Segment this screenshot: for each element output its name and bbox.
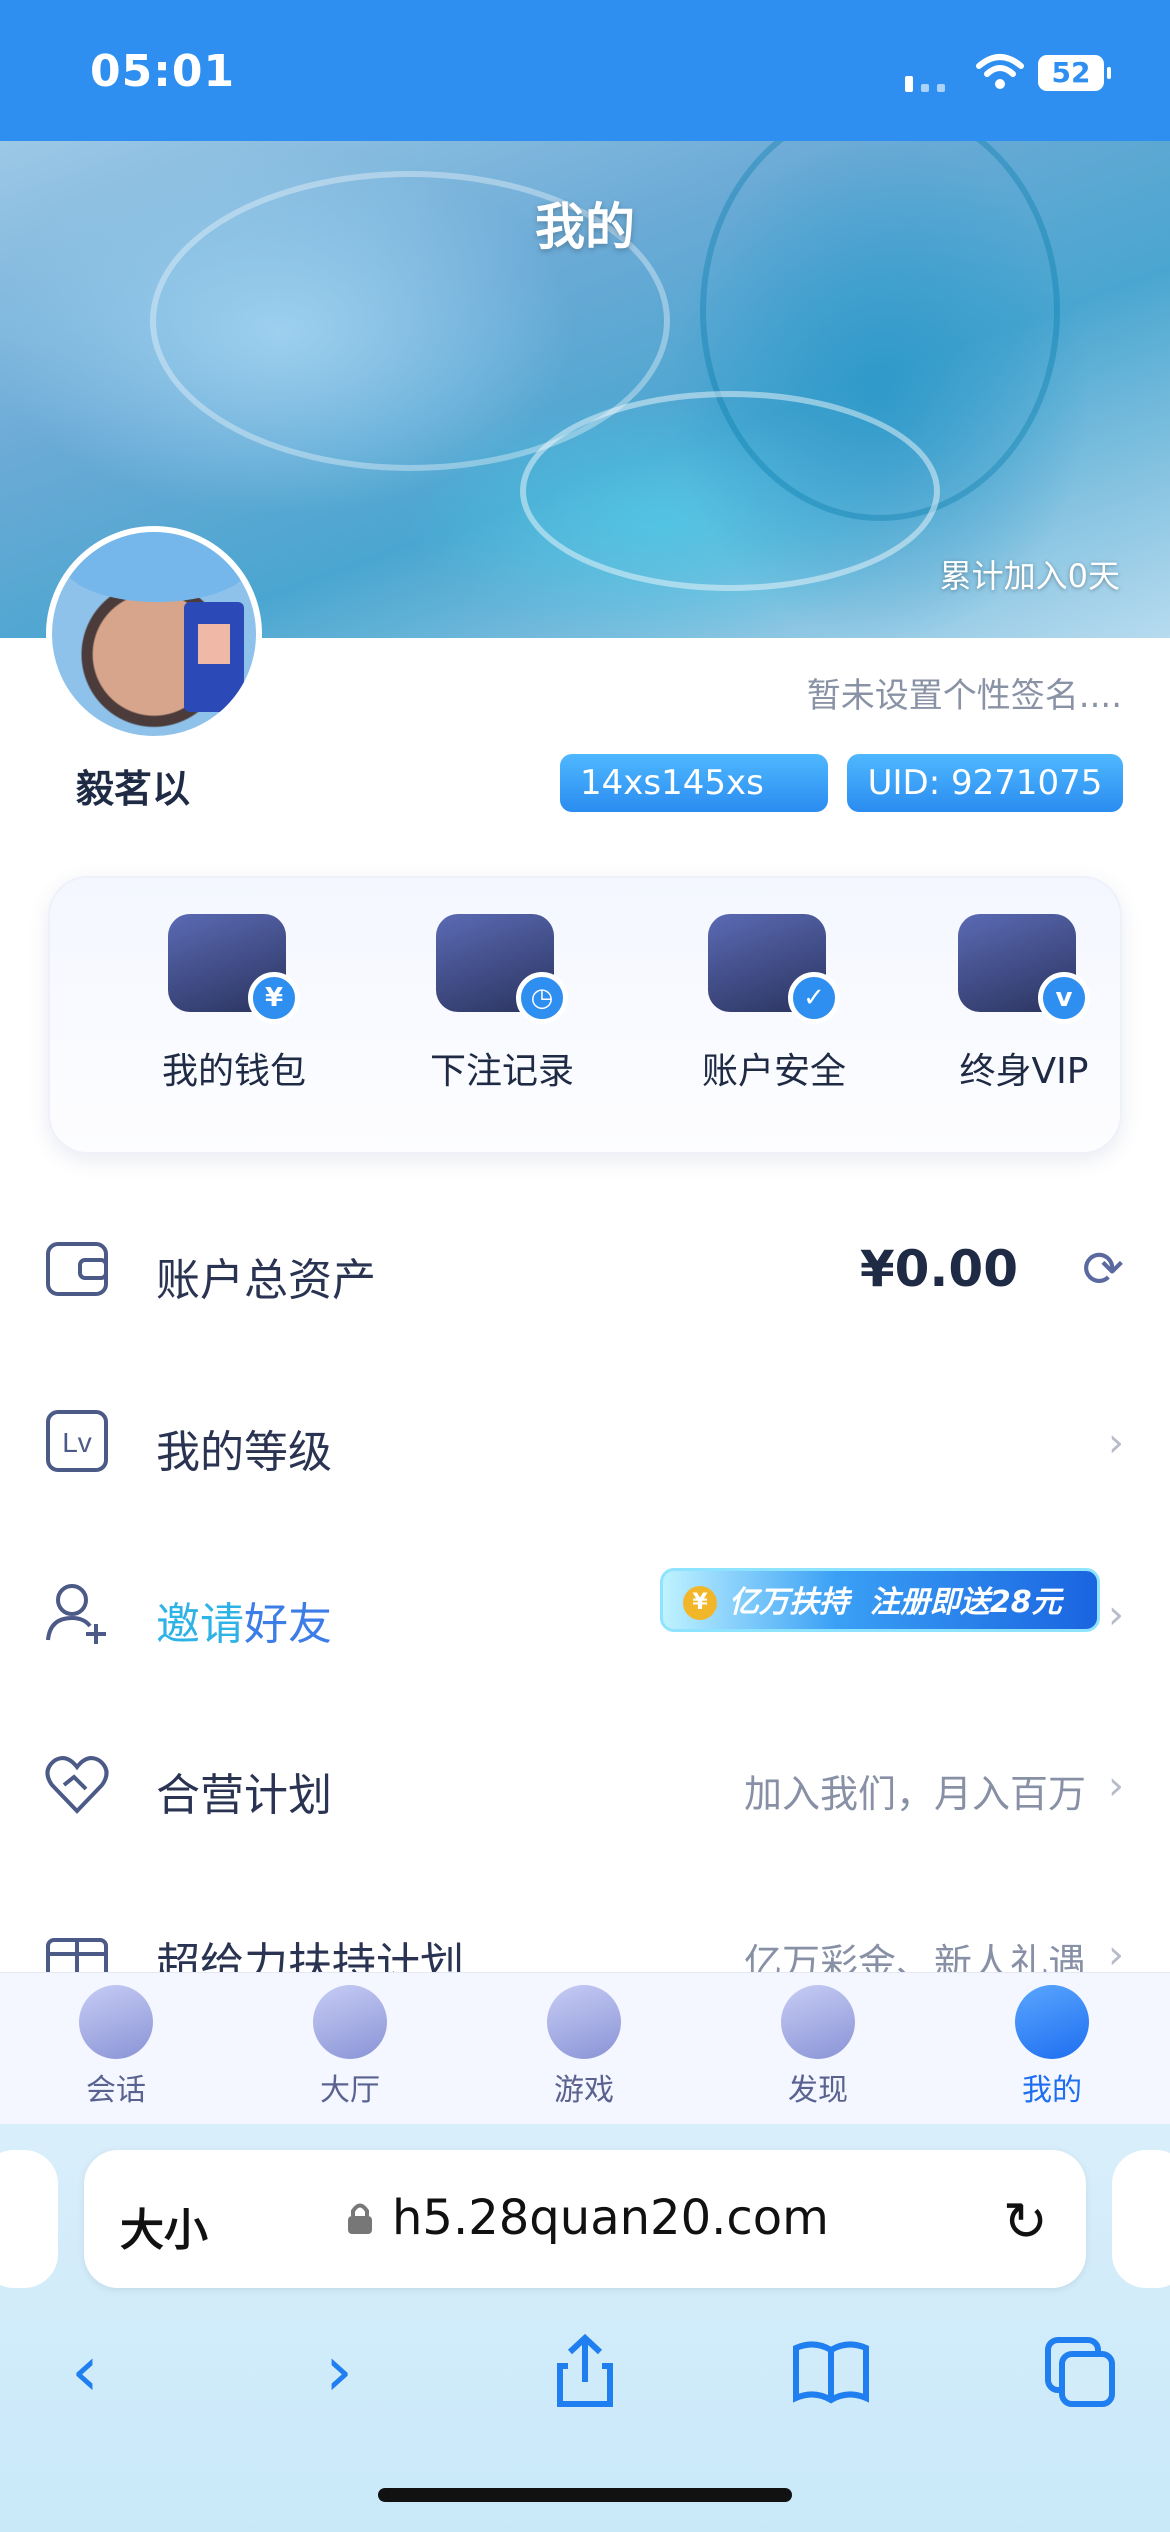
browser-toolbar: 大小 h5.28quan20.com ↻ ‹ › xyxy=(0,2124,1170,2532)
lifetime-vip-label: 终身VIP xyxy=(959,1051,1089,1092)
account-security-label: 账户安全 xyxy=(701,1051,846,1092)
eye-closed-icon[interactable]: 👁 xyxy=(590,821,633,861)
url-text[interactable]: h5.28quan20.com xyxy=(392,2190,829,2246)
wallet-outline-icon xyxy=(46,1242,108,1296)
tab-lobby[interactable]: 大厅 xyxy=(270,1985,430,2109)
user-tag-label: 14xs145xs xyxy=(580,763,764,803)
user-tag: 14xs145xs 👁 xyxy=(560,754,828,861)
bookmarks-icon[interactable] xyxy=(786,2326,876,2416)
support-hint: 亿万彩金、新人礼遇 xyxy=(743,1941,1086,1972)
menu-row-support[interactable]: 超给力扶持计划 亿万彩金、新人礼遇 › xyxy=(0,1880,1170,1972)
share-icon[interactable] xyxy=(540,2326,630,2416)
wifi-icon xyxy=(976,54,1024,89)
menu-row-assets[interactable]: 账户总资产 ¥0.00 ⟳ xyxy=(0,1196,1170,1346)
assets-amount: ¥0.00 xyxy=(859,1240,1018,1298)
next-tab-preview[interactable] xyxy=(1112,2150,1170,2288)
account-security-button[interactable]: ✓ 账户安全 xyxy=(674,914,874,1094)
chevron-right-icon: › xyxy=(1108,1592,1124,1638)
compass-icon xyxy=(781,1985,855,2059)
menu-row-partner[interactable]: 合营计划 加入我们，月入百万 › xyxy=(0,1711,1170,1861)
tab-me[interactable]: 我的 xyxy=(972,1985,1132,2109)
bet-records-button[interactable]: ◷ 下注记录 xyxy=(402,914,602,1094)
tab-chat-label: 会话 xyxy=(86,2073,146,2108)
gift-icon xyxy=(46,1938,108,1972)
tab-lobby-label: 大厅 xyxy=(320,2073,380,2108)
chevron-right-icon: › xyxy=(1108,1763,1124,1809)
level-label: 我的等级 xyxy=(156,1427,332,1478)
join-days: 累计加入0天 xyxy=(939,557,1120,595)
shield-user-icon: ✓ xyxy=(708,914,840,1024)
user-icon xyxy=(1015,1985,1089,2059)
cellular-signal-icon xyxy=(905,76,945,92)
chevron-right-icon: › xyxy=(1108,1932,1124,1972)
tab-me-label: 我的 xyxy=(1022,2073,1082,2108)
avatar-cap xyxy=(62,532,252,602)
wallet-icon: ¥ xyxy=(168,914,300,1024)
svg-text:Lv: Lv xyxy=(62,1427,92,1458)
chevron-right-icon: › xyxy=(1108,1420,1124,1466)
tab-discover[interactable]: 发现 xyxy=(738,1985,898,2109)
tab-games[interactable]: 游戏 xyxy=(504,1985,664,2109)
tab-discover-label: 发现 xyxy=(788,2073,848,2108)
heart-handshake-icon xyxy=(45,1756,109,1814)
tab-games-label: 游戏 xyxy=(554,2073,614,2108)
assets-label: 账户总资产 xyxy=(156,1255,376,1306)
wallet-label: 我的钱包 xyxy=(161,1051,306,1092)
tabs-icon[interactable] xyxy=(1034,2326,1124,2416)
battery-indicator: 52 xyxy=(1038,55,1111,91)
uid-badge[interactable]: UID: 9271075 xyxy=(847,754,1123,812)
diamond-icon: v xyxy=(958,914,1090,1024)
bet-records-label: 下注记录 xyxy=(429,1051,574,1092)
partner-hint: 加入我们，月入百万 xyxy=(743,1772,1086,1816)
chat-icon xyxy=(79,1985,153,2059)
gamepad-icon xyxy=(547,1985,621,2059)
wallet-button[interactable]: ¥ 我的钱包 xyxy=(134,914,334,1094)
bottom-tab-bar: 会话 大厅 游戏 发现 我的 xyxy=(0,1972,1170,2124)
add-user-icon xyxy=(46,1584,106,1644)
menu-row-invite[interactable]: 邀请好友 ¥ 亿万扶持 注册即送28元 › xyxy=(0,1540,1170,1690)
status-bar: 05:01 52 xyxy=(0,0,1170,141)
back-icon[interactable]: ‹ xyxy=(40,2326,130,2416)
menu-row-level[interactable]: Lv 我的等级 › xyxy=(0,1368,1170,1518)
page-title: 我的 xyxy=(535,198,635,256)
dragon-decoration xyxy=(520,391,940,591)
home-indicator xyxy=(378,2488,792,2502)
avatar-badge xyxy=(184,602,244,712)
folder-clock-icon: ◷ xyxy=(436,914,568,1024)
signature-text[interactable]: 暂未设置个性签名.... xyxy=(807,668,1122,717)
lifetime-vip-button[interactable]: v 终身VIP xyxy=(924,914,1124,1094)
username: 毅茗以 xyxy=(76,767,191,811)
address-bar[interactable]: 大小 h5.28quan20.com ↻ xyxy=(84,2150,1086,2288)
previous-tab-preview[interactable] xyxy=(0,2150,58,2288)
invite-promo-banner[interactable]: ¥ 亿万扶持 注册即送28元 xyxy=(660,1568,1100,1632)
avatar[interactable] xyxy=(46,526,262,742)
support-label: 超给力扶持计划 xyxy=(156,1939,464,1972)
forward-icon[interactable]: › xyxy=(294,2326,384,2416)
home-icon xyxy=(313,1985,387,2059)
quick-actions-card: ¥ 我的钱包 ◷ 下注记录 ✓ 账户安全 v 终身VIP xyxy=(48,876,1122,1154)
coin-icon: ¥ xyxy=(683,1586,717,1620)
text-size-button[interactable]: 大小 xyxy=(120,2194,208,2258)
reload-icon[interactable]: ↻ xyxy=(1003,2190,1048,2253)
tab-chat[interactable]: 会话 xyxy=(36,1985,196,2109)
clock: 05:01 xyxy=(90,46,236,97)
level-icon: Lv xyxy=(46,1410,108,1472)
invite-label: 邀请好友 xyxy=(156,1599,332,1650)
lock-icon xyxy=(348,2203,372,2234)
refresh-icon[interactable]: ⟳ xyxy=(1082,1240,1124,1298)
partner-label: 合营计划 xyxy=(156,1770,332,1821)
